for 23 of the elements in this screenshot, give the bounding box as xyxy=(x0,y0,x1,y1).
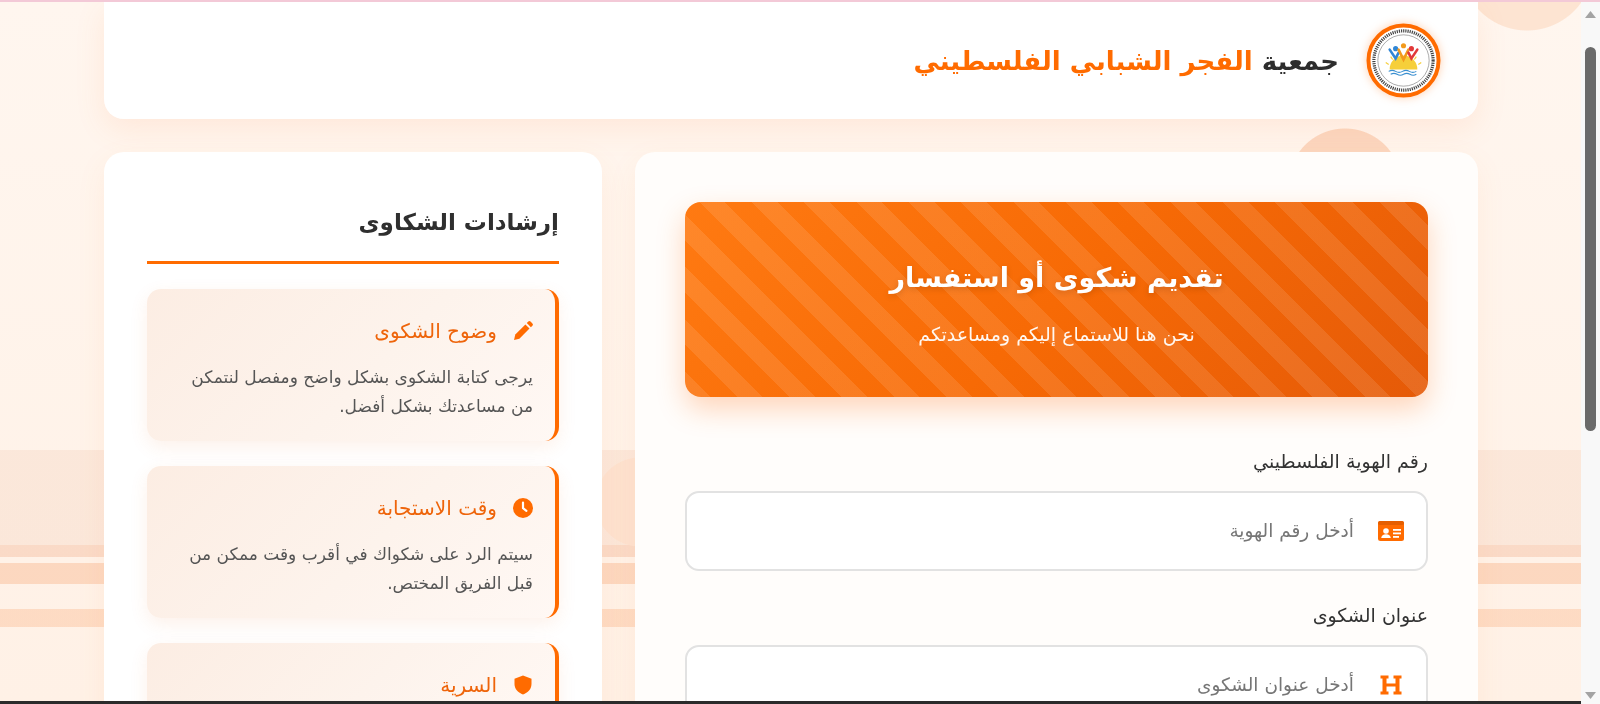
complaint-title-field[interactable]: أدخل عنوان الشكوى xyxy=(685,645,1428,701)
field-label: عنوان الشكوى xyxy=(1311,603,1428,628)
guideline-text: سيتم الرد على شكواك في أقرب وقت ممكن من قبل الفريق المختص. xyxy=(188,542,533,595)
banner-title: تقديم شكوى أو استفسار xyxy=(889,259,1224,296)
guideline-heading: السرية xyxy=(440,672,497,699)
scroll-up-arrow-icon[interactable] xyxy=(1585,11,1596,18)
guideline-heading: وضوح الشكوى xyxy=(374,318,497,345)
banner-subtitle: نحن هنا للاستماع إليكم ومساعدتكم xyxy=(918,321,1195,348)
heading-icon xyxy=(1378,675,1404,695)
scroll-down-arrow-icon[interactable] xyxy=(1585,692,1596,699)
shield-icon xyxy=(513,675,533,695)
guideline-text: يرجى كتابة الشكوى بشكل واضح ومفصل لنتمكن من مساعدتك بشكل أفضل. xyxy=(190,366,533,418)
id-card-icon xyxy=(1378,521,1404,541)
pencil-icon xyxy=(513,321,533,341)
guidelines-title: إرشادات الشكاوى xyxy=(147,202,559,264)
id-number-field[interactable]: أدخل رقم الهوية xyxy=(685,491,1428,571)
clock-icon xyxy=(513,498,533,518)
site-title: جمعية الفجر الشبابي الفلسطيني xyxy=(913,44,1339,79)
scrollbar-thumb[interactable] xyxy=(1585,47,1596,431)
scrollbar[interactable] xyxy=(1581,2,1600,704)
logo-icon xyxy=(1366,23,1441,98)
field-label: رقم الهوية الفلسطيني xyxy=(1252,449,1428,474)
guideline-heading: وقت الاستجابة xyxy=(376,495,497,522)
